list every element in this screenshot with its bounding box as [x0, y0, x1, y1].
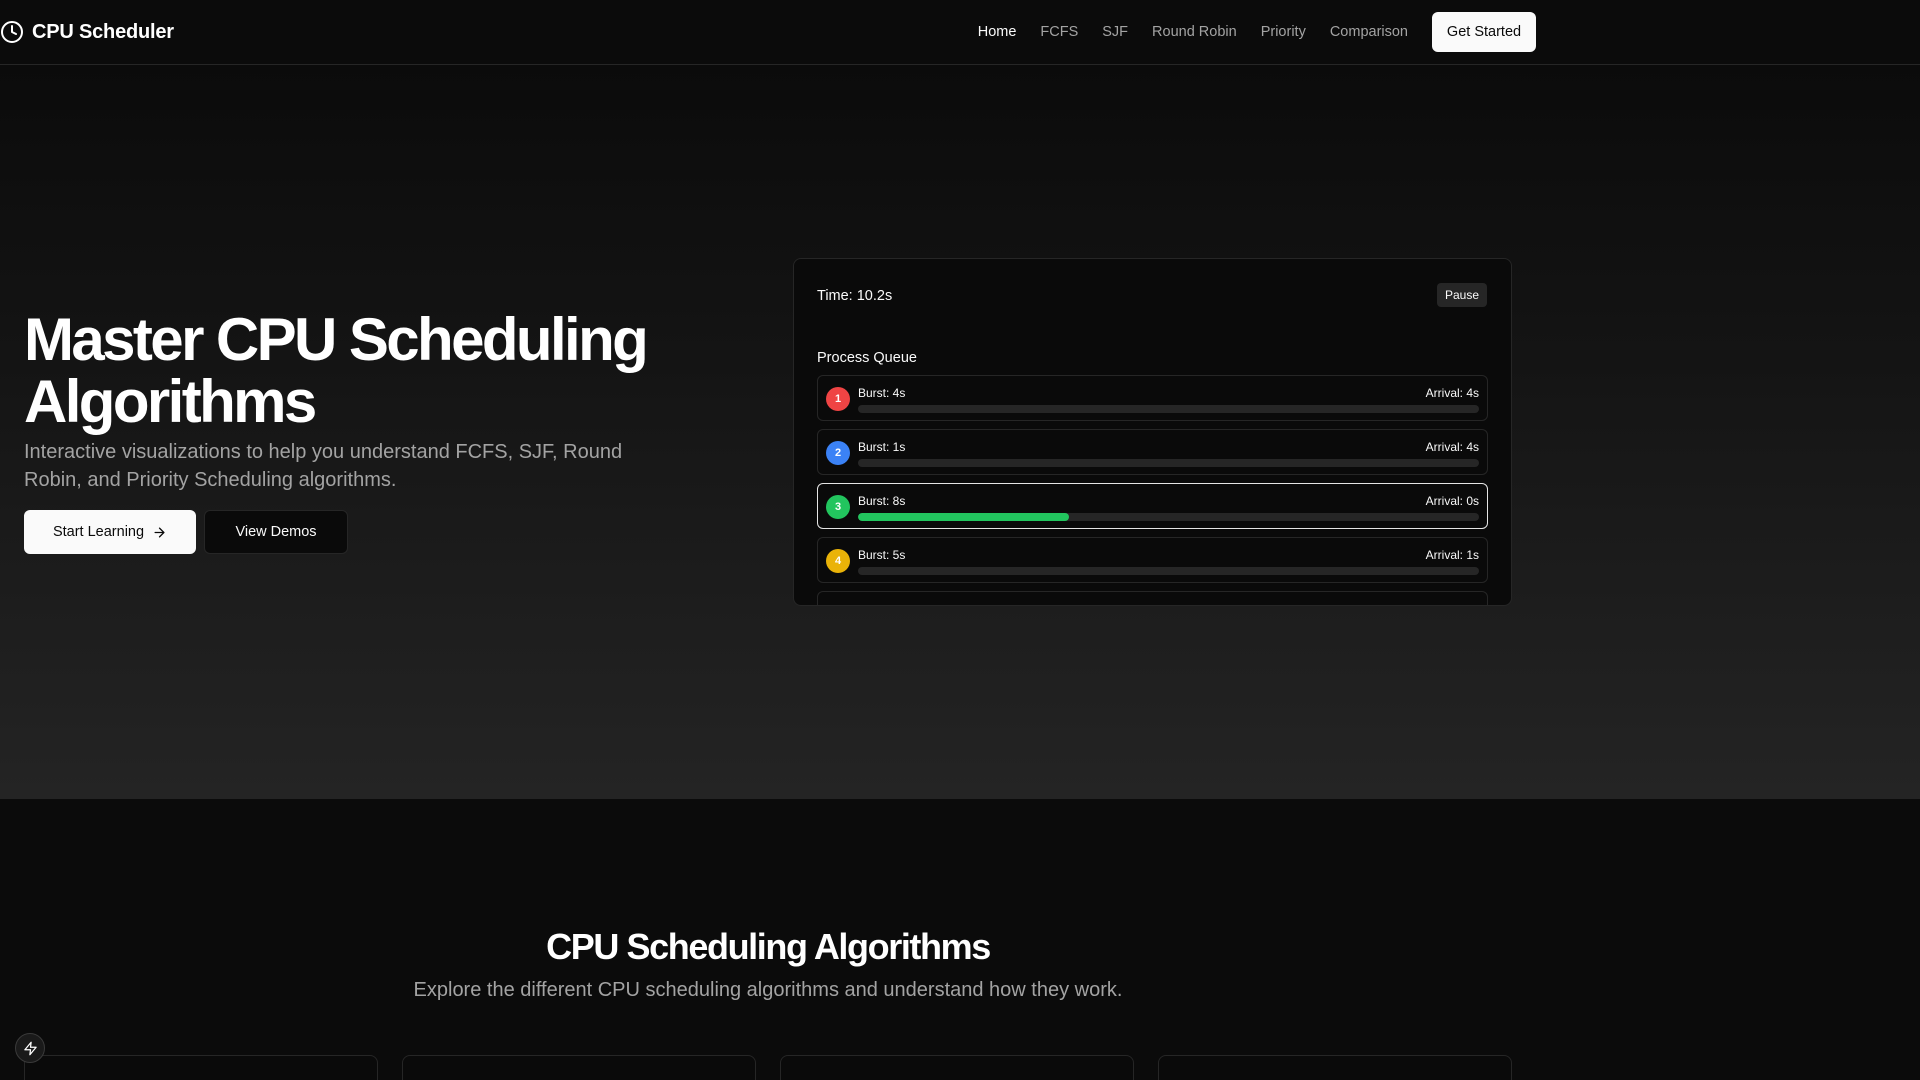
- process-arrival: Arrival: 1s: [1425, 548, 1479, 562]
- process-row: 2 Burst: 1s Arrival: 4s: [817, 429, 1488, 475]
- algorithms-section: CPU Scheduling Algorithms Explore the di…: [0, 799, 1920, 1080]
- navbar: CPU Scheduler Home FCFS SJF Round Robin …: [0, 0, 1920, 65]
- view-demos-button[interactable]: View Demos: [204, 510, 348, 554]
- algorithm-card[interactable]: [1158, 1055, 1512, 1080]
- process-id-badge: 1: [826, 387, 850, 411]
- nav-link-sjf[interactable]: SJF: [1102, 24, 1128, 40]
- process-burst: Burst: 4s: [858, 386, 906, 400]
- process-progress-track: [858, 513, 1479, 521]
- nav-link-home[interactable]: Home: [978, 24, 1017, 40]
- algorithms-subtitle: Explore the different CPU scheduling alg…: [413, 979, 1123, 1001]
- process-id-badge: 3: [826, 495, 850, 519]
- algorithms-title: CPU Scheduling Algorithms: [546, 926, 991, 967]
- brand-name: CPU Scheduler: [32, 20, 174, 43]
- hero-subtitle: Interactive visualizations to help you u…: [24, 441, 623, 491]
- hero-title: Master CPU Scheduling Algorithms: [24, 306, 649, 435]
- process-row: 1 Burst: 4s Arrival: 4s: [817, 375, 1488, 421]
- process-id-badge: 4: [826, 549, 850, 573]
- process-queue-label: Process Queue: [817, 350, 917, 366]
- process-progress-track: [858, 567, 1479, 575]
- get-started-button[interactable]: Get Started: [1432, 12, 1536, 52]
- nav-link-priority[interactable]: Priority: [1261, 24, 1306, 40]
- hero-section: Master CPU Scheduling Algorithms Interac…: [0, 65, 1920, 799]
- nav-link-comparison[interactable]: Comparison: [1330, 24, 1408, 40]
- clock-icon: [1, 21, 23, 43]
- process-burst: Burst: 5s: [858, 548, 906, 562]
- process-progress-fill: [858, 513, 1070, 521]
- process-burst: Burst: 8s: [858, 494, 906, 508]
- start-learning-button[interactable]: Start Learning: [24, 510, 196, 554]
- process-arrival: Arrival: 4s: [1425, 440, 1479, 454]
- nav-link-round-robin[interactable]: Round Robin: [1152, 24, 1237, 40]
- algorithm-card[interactable]: [402, 1055, 756, 1080]
- pause-button[interactable]: Pause: [1436, 283, 1487, 307]
- process-id-badge: 2: [826, 441, 850, 465]
- process-arrival: Arrival: 4s: [1425, 386, 1479, 400]
- process-row: [817, 591, 1488, 605]
- process-arrival: Arrival: 0s: [1425, 494, 1479, 508]
- brand[interactable]: CPU Scheduler: [0, 19, 174, 45]
- nav-link-fcfs[interactable]: FCFS: [1040, 24, 1078, 40]
- bolt-badge-button[interactable]: [15, 1033, 45, 1063]
- lightning-icon: [23, 1041, 37, 1055]
- arrow-right-icon: [154, 527, 165, 537]
- process-burst: Burst: 1s: [858, 440, 906, 454]
- process-row: 3 Burst: 8s Arrival: 0s: [817, 483, 1488, 529]
- process-row: 4 Burst: 5s Arrival: 1s: [817, 537, 1488, 583]
- simulation-time: Time: 10.2s: [817, 288, 893, 304]
- process-progress-track: [858, 459, 1479, 467]
- algorithm-card[interactable]: [24, 1055, 378, 1080]
- process-queue: 1 Burst: 4s Arrival: 4s 2 Burst: 1s Arrival: …: [817, 375, 1488, 605]
- main-nav: Home FCFS SJF Round Robin Priority Compa…: [978, 0, 1408, 64]
- algorithm-card[interactable]: [780, 1055, 1134, 1080]
- scheduler-simulator-card: Time: 10.2s Pause Process Queue 1 Burst: …: [793, 258, 1512, 606]
- process-progress-track: [858, 405, 1479, 413]
- start-learning-label: Start Learning: [52, 524, 145, 540]
